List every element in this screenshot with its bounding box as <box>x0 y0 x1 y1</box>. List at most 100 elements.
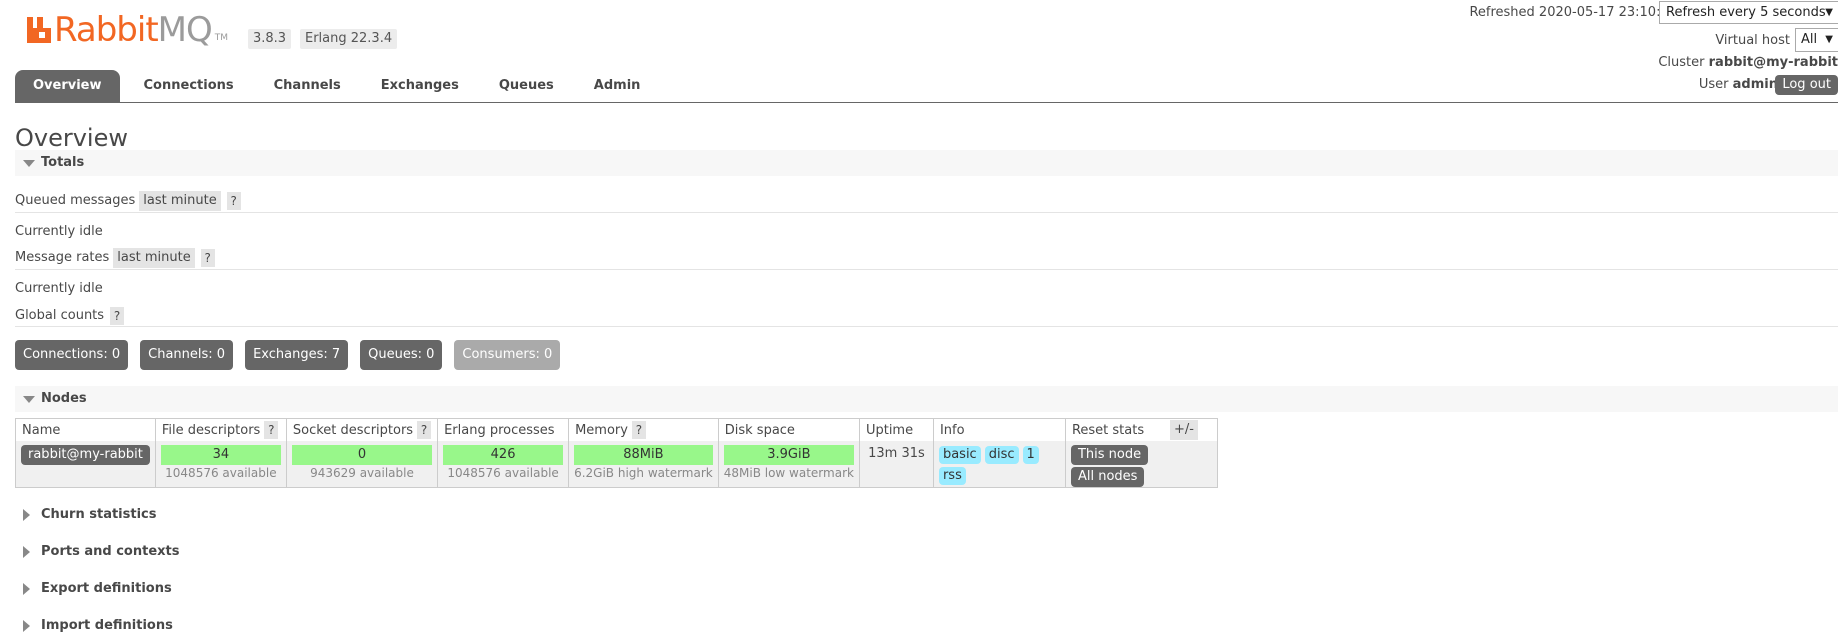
dropdown-arrow-icon: ▼ <box>1825 7 1833 18</box>
help-icon[interactable]: ? <box>200 249 215 267</box>
col-erl-label: Erlang processes <box>444 422 555 438</box>
section-totals-label: Totals <box>41 155 85 170</box>
queued-messages-range[interactable]: last minute <box>139 191 221 211</box>
rabbitmq-logo[interactable]: Rabbit MQ TM <box>26 12 228 48</box>
col-erlang-processes: Erlang processes <box>437 418 570 441</box>
node-name-button[interactable]: rabbit@my-rabbit <box>21 445 150 465</box>
connections-count-button[interactable]: Connections: 0 <box>15 340 129 370</box>
expanded-triangle-icon <box>23 160 35 167</box>
queued-messages-row: Queued messages last minute ? <box>15 191 241 211</box>
global-counts-row: Global counts ? <box>15 306 125 326</box>
tab-connections[interactable]: Connections <box>128 70 250 102</box>
user-info: User admin <box>1699 76 1778 94</box>
tab-overview[interactable]: Overview <box>15 70 120 102</box>
section-export-label: Export definitions <box>41 581 172 596</box>
dropdown-arrow-icon: ▼ <box>1825 34 1833 45</box>
section-totals-toggle[interactable]: Totals <box>15 150 1838 176</box>
consumers-count-button[interactable]: Consumers: 0 <box>454 340 561 370</box>
refresh-interval-select[interactable]: Refresh every 5 seconds ▼ <box>1659 1 1838 24</box>
divider <box>15 212 1838 213</box>
queues-count-button[interactable]: Queues: 0 <box>360 340 443 370</box>
col-info-label: Info <box>939 422 965 438</box>
disk-watermark: 48MiB low watermark <box>723 466 854 480</box>
logout-button[interactable]: Log out <box>1775 75 1838 95</box>
col-name-label: Name <box>22 422 61 438</box>
exchanges-count-button[interactable]: Exchanges: 7 <box>245 340 349 370</box>
divider <box>15 269 1838 270</box>
expanded-triangle-icon <box>23 396 35 403</box>
info-tag-rss: rss <box>938 467 966 485</box>
cluster-label: Cluster <box>1658 55 1705 70</box>
rabbit-logo-icon <box>27 17 51 43</box>
user-label: User <box>1698 77 1729 92</box>
erl-usage-bar: 426 <box>443 445 564 465</box>
cluster-info: Cluster rabbit@my-rabbit <box>1658 54 1838 72</box>
tab-queues[interactable]: Queues <box>483 70 570 102</box>
uptime-value: 13m 31s <box>868 446 925 461</box>
erlang-version-badge: Erlang 22.3.4 <box>300 29 398 49</box>
refreshed-time: 2020-05-17 23:10:00 <box>1538 5 1677 20</box>
refreshed-status: Refreshed 2020-05-17 23:10:00 <box>1469 4 1677 22</box>
virtual-host-select[interactable]: All ▼ <box>1795 28 1838 52</box>
erl-available: 1048576 available <box>447 466 559 480</box>
message-rates-row: Message rates last minute ? <box>15 248 215 268</box>
cell-erlang-processes: 426 1048576 available <box>437 441 570 488</box>
col-name: Name <box>15 418 156 441</box>
col-socket-descriptors: Socket descriptors? <box>285 418 439 441</box>
col-memory: Memory? <box>568 418 719 441</box>
section-nodes-toggle[interactable]: Nodes <box>15 386 1838 412</box>
help-icon[interactable]: ? <box>110 307 125 325</box>
queued-messages-label: Queued messages <box>15 193 136 208</box>
global-counts-label: Global counts <box>15 308 105 323</box>
fd-available: 1048576 available <box>165 466 277 480</box>
tab-exchanges[interactable]: Exchanges <box>365 70 475 102</box>
refreshed-label: Refreshed <box>1469 5 1535 20</box>
virtual-host-label: Virtual host <box>1715 33 1790 48</box>
queued-messages-idle: Currently idle <box>15 224 103 239</box>
collapsed-triangle-icon <box>23 546 30 558</box>
col-file-descriptors: File descriptors? <box>154 418 287 441</box>
help-icon[interactable]: ? <box>417 421 432 439</box>
rabbitmq-version-badge: 3.8.3 <box>248 29 292 49</box>
info-tag-count: 1 <box>1022 446 1039 464</box>
cell-node-name: rabbit@my-rabbit <box>15 441 156 488</box>
help-icon[interactable]: ? <box>264 421 279 439</box>
col-disk-label: Disk space <box>724 422 795 438</box>
cell-reset-stats: This nodeAll nodes <box>1064 441 1218 488</box>
col-sd-label: Socket descriptors <box>292 423 414 438</box>
nodes-table: Name File descriptors? Socket descriptor… <box>15 418 1218 488</box>
logo-text-rabbit: Rabbit <box>54 10 159 50</box>
refresh-interval-value: Refresh every 5 seconds <box>1666 5 1826 20</box>
main-nav: Overview Connections Channels Exchanges … <box>15 70 664 102</box>
help-icon[interactable]: ? <box>226 192 241 210</box>
info-tag-disc: disc <box>984 446 1019 464</box>
col-disk-space: Disk space <box>717 418 860 441</box>
user-name: admin <box>1732 77 1778 92</box>
cluster-name: rabbit@my-rabbit <box>1708 55 1838 70</box>
table-row: rabbit@my-rabbit 34 1048576 available 0 … <box>15 441 1218 488</box>
col-reset-label: Reset stats <box>1071 422 1145 438</box>
reset-this-node-button[interactable]: This node <box>1070 445 1149 465</box>
divider <box>15 326 1838 327</box>
col-mem-label: Memory <box>575 423 628 438</box>
tab-admin[interactable]: Admin <box>578 70 657 102</box>
reset-all-nodes-button[interactable]: All nodes <box>1070 467 1145 487</box>
tab-channels[interactable]: Channels <box>258 70 357 102</box>
columns-toggle-button[interactable]: +/- <box>1170 420 1198 440</box>
logo-trademark: TM <box>214 33 229 43</box>
section-churn-label: Churn statistics <box>41 507 157 522</box>
message-rates-label: Message rates <box>15 250 110 265</box>
message-rates-range[interactable]: last minute <box>113 248 195 268</box>
collapsed-triangle-icon <box>23 620 30 632</box>
memory-usage-bar: 88MiB <box>574 445 713 465</box>
help-icon[interactable]: ? <box>631 421 646 439</box>
channels-count-button[interactable]: Channels: 0 <box>140 340 234 370</box>
cell-info: basic disc 1 rss <box>932 441 1066 488</box>
col-info: Info <box>932 418 1066 441</box>
sd-available: 943629 available <box>310 466 414 480</box>
cell-memory: 88MiB 6.2GiB high watermark <box>568 441 719 488</box>
cell-uptime: 13m 31s <box>858 441 934 488</box>
nodes-table-header: Name File descriptors? Socket descriptor… <box>15 418 1218 441</box>
collapsed-triangle-icon <box>23 583 30 595</box>
disk-usage-bar: 3.9GiB <box>723 445 854 465</box>
